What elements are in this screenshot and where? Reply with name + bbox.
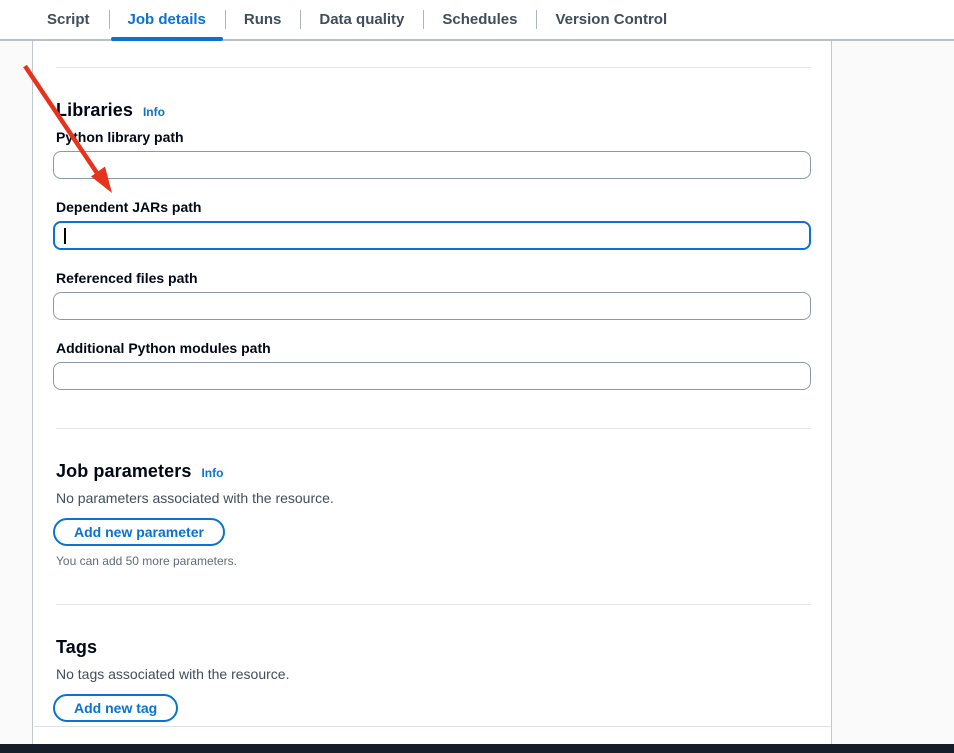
job-parameters-info-link[interactable]: Info — [201, 466, 223, 480]
console-footer-bar — [0, 744, 954, 753]
additional-python-modules-path-input[interactable] — [53, 362, 811, 390]
tags-section: Tags No tags associated with the resourc… — [53, 637, 811, 722]
libraries-heading: Libraries — [56, 100, 133, 121]
left-gutter — [0, 41, 33, 744]
tags-heading: Tags — [56, 637, 97, 658]
job-parameters-constraint-text: You can add 50 more parameters. — [56, 554, 811, 568]
referenced-files-path-input[interactable] — [53, 292, 811, 320]
dependent-jars-path-input[interactable] — [53, 221, 811, 250]
referenced-files-path-label: Referenced files path — [56, 270, 811, 286]
job-parameters-section: Job parameters Info No parameters associ… — [53, 461, 811, 568]
tab-script[interactable]: Script — [28, 0, 109, 39]
section-divider — [56, 428, 811, 429]
libraries-info-link[interactable]: Info — [143, 105, 165, 119]
section-divider — [56, 604, 811, 605]
section-divider — [56, 67, 811, 68]
tab-schedules[interactable]: Schedules — [423, 0, 536, 39]
add-new-parameter-button[interactable]: Add new parameter — [53, 518, 225, 546]
job-details-panel: Libraries Info Python library path Depen… — [34, 41, 831, 727]
libraries-section: Libraries Info Python library path Depen… — [53, 100, 811, 390]
add-new-tag-button[interactable]: Add new tag — [53, 694, 178, 722]
python-library-path-input[interactable] — [53, 151, 811, 179]
tab-runs[interactable]: Runs — [225, 0, 301, 39]
job-parameters-empty-text: No parameters associated with the resour… — [56, 490, 811, 506]
tags-empty-text: No tags associated with the resource. — [56, 666, 811, 682]
tab-version-control[interactable]: Version Control — [536, 0, 686, 39]
dependent-jars-path-label: Dependent JARs path — [56, 199, 811, 215]
tab-data-quality[interactable]: Data quality — [300, 0, 423, 39]
python-library-path-label: Python library path — [56, 129, 811, 145]
job-tab-bar: Script Job details Runs Data quality Sch… — [0, 0, 954, 41]
tab-job-details[interactable]: Job details — [109, 0, 225, 39]
right-gutter — [831, 41, 954, 744]
job-parameters-heading: Job parameters — [56, 461, 191, 482]
additional-python-modules-path-label: Additional Python modules path — [56, 340, 811, 356]
